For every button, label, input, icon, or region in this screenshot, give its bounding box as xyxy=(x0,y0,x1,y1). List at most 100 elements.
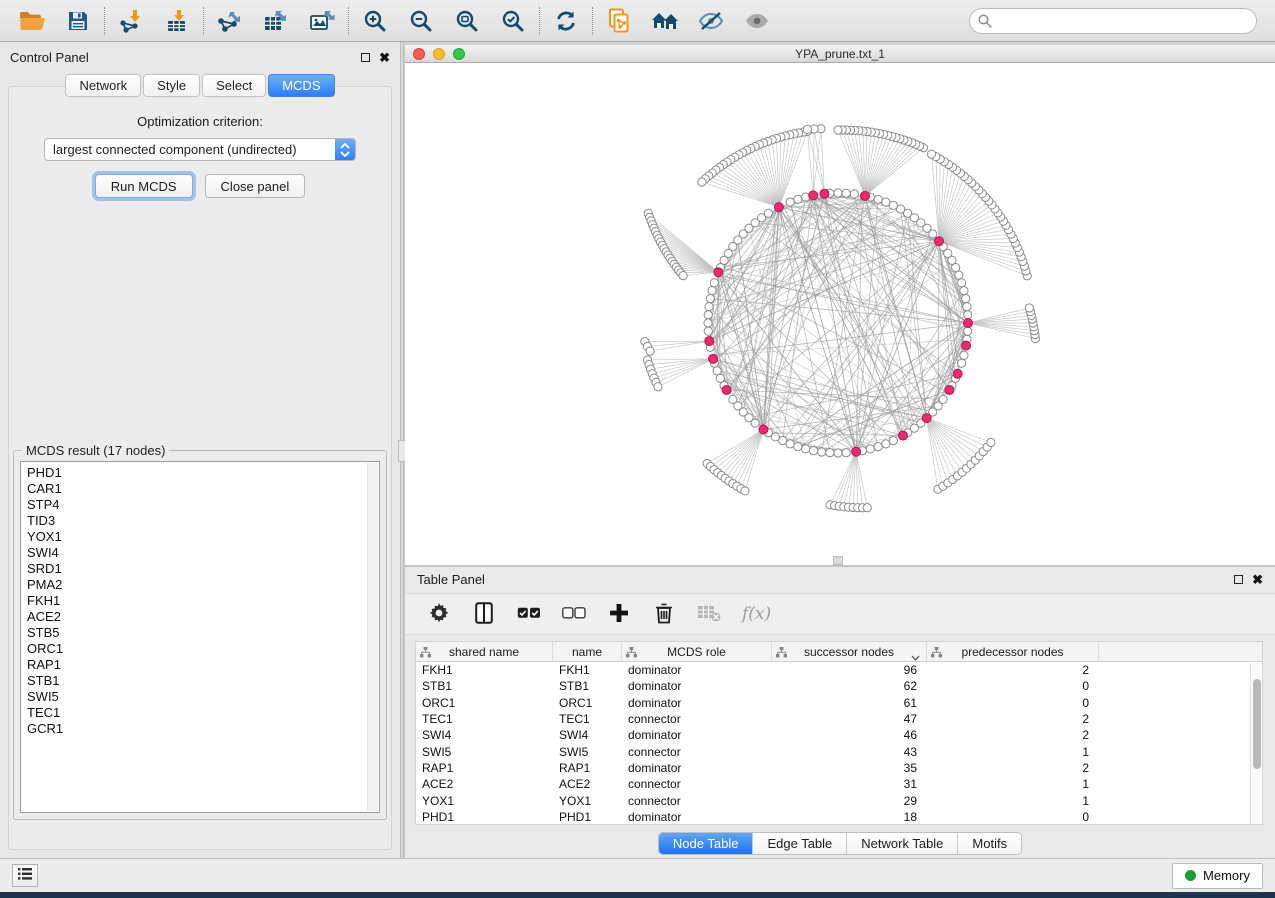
mcds-node[interactable] xyxy=(945,385,954,394)
result-list-item[interactable]: PHD1 xyxy=(27,465,379,481)
table-row[interactable]: SWI5SWI5connector431 xyxy=(416,743,1262,759)
table-cell[interactable]: 61 xyxy=(772,696,927,710)
scrollbar-thumb[interactable] xyxy=(1253,679,1261,769)
clone-network-button[interactable] xyxy=(606,8,632,34)
table-cell[interactable]: RAP1 xyxy=(553,761,622,775)
network-node[interactable] xyxy=(939,395,947,403)
export-network-button[interactable] xyxy=(217,8,243,34)
table-row[interactable]: FKH1FKH1dominator962 xyxy=(416,662,1262,678)
mcds-node[interactable] xyxy=(935,237,944,246)
table-cell[interactable]: 31 xyxy=(772,777,927,791)
network-node[interactable] xyxy=(834,189,842,197)
column-header-MCDS-role[interactable]: MCDS role xyxy=(622,642,772,661)
table-cell[interactable]: 0 xyxy=(927,696,1099,710)
deselect-all-button[interactable] xyxy=(562,602,586,626)
network-window-titlebar[interactable]: YPA_prune.txt_1 xyxy=(405,45,1275,63)
table-cell[interactable]: 1 xyxy=(927,777,1099,791)
table-cell[interactable]: dominator xyxy=(622,663,772,677)
network-canvas[interactable] xyxy=(405,63,1275,565)
network-node[interactable] xyxy=(708,287,716,295)
column-header-successor-nodes[interactable]: successor nodes xyxy=(772,642,927,661)
table-cell[interactable]: dominator xyxy=(622,728,772,742)
tab-network-table[interactable]: Network Table xyxy=(847,833,958,854)
mcds-result-list[interactable]: PHD1CAR1STP4TID3YOX1SWI4SRD1PMA2FKH1ACE2… xyxy=(20,461,380,813)
splitter-handle[interactable] xyxy=(833,556,843,565)
mcds-node[interactable] xyxy=(759,425,768,434)
table-cell[interactable]: TEC1 xyxy=(416,712,553,726)
mcds-node[interactable] xyxy=(899,431,908,440)
table-cell[interactable]: SWI5 xyxy=(553,745,622,759)
network-node[interactable] xyxy=(803,125,811,133)
table-cell[interactable]: SWI5 xyxy=(416,745,553,759)
table-cell[interactable]: 18 xyxy=(772,810,927,824)
table-cell[interactable]: dominator xyxy=(622,810,772,824)
column-header-name[interactable]: name xyxy=(553,642,622,661)
table-cell[interactable]: 2 xyxy=(927,761,1099,775)
show-graphics-button[interactable] xyxy=(744,8,770,34)
network-node[interactable] xyxy=(960,287,968,295)
table-row[interactable]: ORC1ORC1dominator610 xyxy=(416,695,1262,711)
network-node[interactable] xyxy=(927,150,935,158)
result-list-item[interactable]: ORC1 xyxy=(27,641,379,657)
table-cell[interactable]: dominator xyxy=(622,679,772,693)
tab-network[interactable]: Network xyxy=(65,74,141,97)
table-cell[interactable]: RAP1 xyxy=(416,761,553,775)
table-row[interactable]: RAP1RAP1dominator352 xyxy=(416,760,1262,776)
table-cell[interactable]: 0 xyxy=(927,679,1099,693)
mcds-node[interactable] xyxy=(852,447,861,456)
network-node[interactable] xyxy=(882,198,890,206)
mcds-node[interactable] xyxy=(953,369,962,378)
mcds-node[interactable] xyxy=(722,385,731,394)
network-node[interactable] xyxy=(794,443,802,451)
table-row[interactable]: ACE2ACE2connector311 xyxy=(416,776,1262,792)
mcds-node[interactable] xyxy=(714,268,723,277)
network-node[interactable] xyxy=(964,327,972,335)
table-cell[interactable]: YOX1 xyxy=(553,794,622,808)
table-cell[interactable]: 46 xyxy=(772,728,927,742)
network-node[interactable] xyxy=(963,303,971,311)
result-list-scrollbar[interactable] xyxy=(367,463,378,811)
network-node[interactable] xyxy=(706,295,714,303)
chevron-down-icon[interactable] xyxy=(911,650,920,664)
table-row[interactable]: TEC1TEC1connector472 xyxy=(416,711,1262,727)
table-cell[interactable]: TEC1 xyxy=(553,712,622,726)
table-cell[interactable]: connector xyxy=(622,745,772,759)
table-cell[interactable]: 43 xyxy=(772,745,927,759)
table-cell[interactable]: 1 xyxy=(927,794,1099,808)
run-mcds-button[interactable]: Run MCDS xyxy=(95,174,193,198)
network-node[interactable] xyxy=(863,504,871,512)
network-node[interactable] xyxy=(1025,304,1033,312)
network-node[interactable] xyxy=(654,383,662,391)
network-node[interactable] xyxy=(850,190,858,198)
delete-column-button[interactable] xyxy=(652,602,676,626)
mcds-node[interactable] xyxy=(820,189,829,198)
network-node[interactable] xyxy=(751,419,759,427)
result-list-item[interactable]: CAR1 xyxy=(27,481,379,497)
result-list-item[interactable]: STB1 xyxy=(27,673,379,689)
table-cell[interactable]: ACE2 xyxy=(416,777,553,791)
result-list-item[interactable]: PMA2 xyxy=(27,577,379,593)
network-node[interactable] xyxy=(960,351,968,359)
network-node[interactable] xyxy=(955,271,963,279)
table-cell[interactable]: STB1 xyxy=(553,679,622,693)
table-cell[interactable]: 2 xyxy=(927,663,1099,677)
zoom-fit-button[interactable] xyxy=(454,8,480,34)
mcds-node[interactable] xyxy=(809,191,818,200)
result-list-item[interactable]: SRD1 xyxy=(27,561,379,577)
table-row[interactable]: PHD1PHD1dominator180 xyxy=(416,809,1262,825)
table-cell[interactable]: PHD1 xyxy=(553,810,622,824)
network-node[interactable] xyxy=(704,311,712,319)
table-cell[interactable]: connector xyxy=(622,777,772,791)
column-selector-button[interactable] xyxy=(472,602,496,626)
result-list-item[interactable]: ACE2 xyxy=(27,609,379,625)
network-node[interactable] xyxy=(786,198,794,206)
result-list-item[interactable]: GCR1 xyxy=(27,721,379,737)
network-node[interactable] xyxy=(964,311,972,319)
table-cell[interactable]: ORC1 xyxy=(416,696,553,710)
add-column-button[interactable] xyxy=(607,602,631,626)
table-cell[interactable]: 96 xyxy=(772,663,927,677)
network-node[interactable] xyxy=(842,189,850,197)
tab-style[interactable]: Style xyxy=(143,74,200,97)
network-node[interactable] xyxy=(802,445,810,453)
table-cell[interactable]: ACE2 xyxy=(553,777,622,791)
